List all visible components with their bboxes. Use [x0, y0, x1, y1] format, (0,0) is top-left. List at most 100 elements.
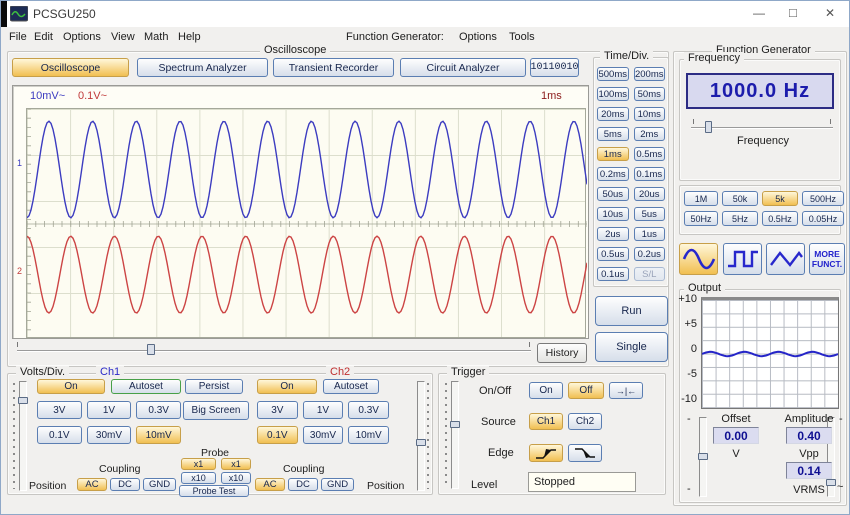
gnd-button[interactable]: GND — [143, 478, 176, 491]
5hz-button[interactable]: 5Hz — [722, 211, 758, 226]
scope-hscroll-groove[interactable] — [17, 350, 531, 352]
ch1-position-thumb[interactable] — [18, 397, 28, 404]
menu-options[interactable]: Options — [63, 31, 101, 43]
0.5ms-button[interactable]: 0.5ms — [634, 147, 666, 161]
ch2-on-button[interactable]: On — [257, 379, 317, 394]
menu-file[interactable]: File — [9, 31, 27, 43]
0.3v-button[interactable]: 0.3V — [348, 401, 389, 419]
menu-view[interactable]: View — [111, 31, 135, 43]
0.05hz-button[interactable]: 0.05Hz — [802, 211, 844, 226]
more-functions-button[interactable]: MORE FUNCT. — [809, 243, 845, 275]
maximize-button[interactable]: □ — [789, 5, 797, 20]
rising-edge-button[interactable] — [529, 444, 563, 462]
50us-button[interactable]: 50us — [597, 187, 629, 201]
dc-button[interactable]: DC — [288, 478, 318, 491]
offset-slider-thumb[interactable] — [698, 453, 708, 460]
200ms-button[interactable]: 200ms — [634, 67, 666, 81]
3v-button[interactable]: 3V — [37, 401, 82, 419]
menu-math[interactable]: Math — [144, 31, 168, 43]
100ms-button[interactable]: 100ms — [597, 87, 629, 101]
scope-hscroll-thumb[interactable] — [147, 344, 155, 355]
big-screen-button[interactable]: Big Screen — [183, 401, 249, 420]
square-wave-button[interactable] — [723, 243, 762, 275]
30mv-button[interactable]: 30mV — [303, 426, 344, 444]
tab-spectrum-analyzer[interactable]: Spectrum Analyzer — [137, 58, 268, 77]
5us-button[interactable]: 5us — [634, 207, 666, 221]
2ms-button[interactable]: 2ms — [634, 127, 666, 141]
gnd-button[interactable]: GND — [321, 478, 354, 491]
0.1v-button[interactable]: 0.1V — [37, 426, 82, 444]
10us-button[interactable]: 10us — [597, 207, 629, 221]
history-button[interactable]: History — [537, 343, 587, 363]
ch2-position-thumb[interactable] — [416, 439, 426, 446]
trigger-source-ch2-button[interactable]: Ch2 — [568, 413, 602, 430]
tab-transient-recorder[interactable]: Transient Recorder — [273, 58, 394, 77]
3v-button[interactable]: 3V — [257, 401, 298, 419]
trigger-source-ch1-button[interactable]: Ch1 — [529, 413, 563, 430]
20ms-button[interactable]: 20ms — [597, 107, 629, 121]
dc-button[interactable]: DC — [110, 478, 140, 491]
ch1-on-button[interactable]: On — [37, 379, 105, 394]
tab-digital-pattern[interactable]: 10110010 — [530, 58, 579, 77]
single-button[interactable]: Single — [595, 332, 668, 362]
ac-button[interactable]: AC — [255, 478, 285, 491]
1ms-button[interactable]: 1ms — [597, 147, 629, 161]
tab-circuit-analyzer[interactable]: Circuit Analyzer — [400, 58, 526, 77]
trigger-level-thumb[interactable] — [450, 421, 460, 428]
frequency-slider-groove[interactable] — [691, 127, 833, 129]
1us-button[interactable]: 1us — [634, 227, 666, 241]
ch2-trace-marker[interactable]: 2 — [17, 266, 22, 276]
sine-wave-button[interactable] — [679, 243, 718, 275]
trigger-reset-button[interactable]: →|← — [609, 382, 643, 399]
menu-fg-tools[interactable]: Tools — [509, 31, 535, 43]
run-button[interactable]: Run — [595, 296, 668, 326]
0.5us-button[interactable]: 0.5us — [597, 247, 629, 261]
ch2-position-track[interactable] — [417, 381, 425, 491]
0.1v-button[interactable]: 0.1V — [257, 426, 298, 444]
500ms-button[interactable]: 500ms — [597, 67, 629, 81]
0.1us-button[interactable]: 0.1us — [597, 267, 629, 281]
menu-help[interactable]: Help — [178, 31, 201, 43]
0.3v-button[interactable]: 0.3V — [136, 401, 181, 419]
5ms-button[interactable]: 5ms — [597, 127, 629, 141]
ch1-trace-marker[interactable]: 1 — [17, 158, 22, 168]
ch1-autoset-button[interactable]: Autoset — [111, 379, 181, 394]
trigger-level-track[interactable] — [451, 381, 459, 489]
1v-button[interactable]: 1V — [87, 401, 132, 419]
0.2us-button[interactable]: 0.2us — [634, 247, 666, 261]
x10-button[interactable]: x10 — [221, 472, 251, 484]
falling-edge-button[interactable] — [568, 444, 602, 462]
ac-button[interactable]: AC — [77, 478, 107, 491]
10mv-button[interactable]: 10mV — [136, 426, 181, 444]
menu-edit[interactable]: Edit — [34, 31, 53, 43]
trigger-on-button[interactable]: On — [529, 382, 563, 399]
persist-button[interactable]: Persist — [185, 379, 243, 394]
50hz-button[interactable]: 50Hz — [684, 211, 718, 226]
x10-button[interactable]: x10 — [181, 472, 216, 484]
0.1ms-button[interactable]: 0.1ms — [634, 167, 666, 181]
trigger-off-button[interactable]: Off — [568, 382, 604, 399]
frequency-slider-thumb[interactable] — [705, 121, 712, 133]
x1-button[interactable]: x1 — [221, 458, 251, 470]
close-button[interactable]: ✕ — [825, 6, 835, 20]
ch2-autoset-button[interactable]: Autoset — [323, 379, 379, 394]
30mv-button[interactable]: 30mV — [87, 426, 132, 444]
1v-button[interactable]: 1V — [303, 401, 344, 419]
5k-button[interactable]: 5k — [762, 191, 798, 206]
0.2ms-button[interactable]: 0.2ms — [597, 167, 629, 181]
0.5hz-button[interactable]: 0.5Hz — [762, 211, 798, 226]
10mv-button[interactable]: 10mV — [348, 426, 389, 444]
500hz-button[interactable]: 500Hz — [802, 191, 844, 206]
20us-button[interactable]: 20us — [634, 187, 666, 201]
10ms-button[interactable]: 10ms — [634, 107, 666, 121]
menu-fg-options[interactable]: Options — [459, 31, 497, 43]
tab-oscilloscope[interactable]: Oscilloscope — [12, 58, 129, 77]
2us-button[interactable]: 2us — [597, 227, 629, 241]
probe-test-button[interactable]: Probe Test — [179, 485, 249, 497]
triangle-wave-button[interactable] — [766, 243, 805, 275]
50k-button[interactable]: 50k — [722, 191, 758, 206]
50ms-button[interactable]: 50ms — [634, 87, 666, 101]
1m-button[interactable]: 1M — [684, 191, 718, 206]
x1-button[interactable]: x1 — [181, 458, 216, 470]
minimize-button[interactable]: — — [753, 6, 765, 20]
